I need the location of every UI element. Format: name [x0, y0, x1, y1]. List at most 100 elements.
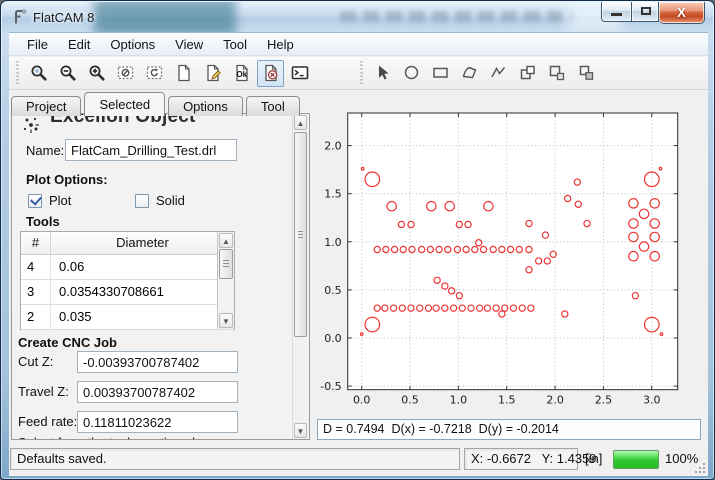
menu-item-tool[interactable]: Tool: [213, 35, 257, 54]
resize-grip[interactable]: [693, 461, 706, 474]
tool-row[interactable]: 30.0354330708661: [21, 280, 234, 305]
flatcam-logo-icon: [11, 8, 29, 26]
flatcam-window: FlatCAM 8 X FileEditOptionsViewToolHelp …: [0, 0, 715, 480]
panel-scroll-up-button[interactable]: ▲: [294, 115, 307, 130]
table-scroll-down-button[interactable]: ▼: [219, 313, 233, 328]
tab-tool[interactable]: Tool: [246, 96, 300, 116]
feed-rate-input[interactable]: [77, 411, 238, 433]
tab-bar: ProjectSelectedOptionsTool: [11, 92, 331, 114]
toolbar-new-document-button[interactable]: [170, 60, 197, 87]
svg-text:Ok: Ok: [236, 70, 247, 79]
zoom-out-icon: [59, 64, 77, 82]
x-tick-label: 1.5: [498, 394, 516, 407]
union-icon: [519, 64, 537, 82]
toolbar-move-button[interactable]: [572, 60, 599, 87]
tools-label: Tools: [26, 214, 60, 229]
units-label: [in]: [585, 448, 602, 470]
titlebar[interactable]: FlatCAM 8 X: [2, 2, 713, 32]
tool-number-cell[interactable]: 3: [21, 280, 51, 304]
toolbar-edit-document-button[interactable]: [199, 60, 226, 87]
toolbar-clear-plot-button[interactable]: [112, 60, 139, 87]
feed-rate-label: Feed rate:: [18, 414, 77, 429]
toolbar-replot-button[interactable]: [141, 60, 168, 87]
toolbar-drag-handle[interactable]: [15, 61, 20, 85]
toolbar-circle-button[interactable]: [398, 60, 425, 87]
shell-icon: [291, 64, 309, 82]
measurement-readout: D = 0.7494 D(x) = -0.7218 D(y) = -0.2014: [317, 419, 701, 440]
solid-checkbox[interactable]: [135, 194, 149, 208]
x-tick-label: 0.0: [353, 394, 371, 407]
toolbar-rectangle-button[interactable]: [427, 60, 454, 87]
close-button[interactable]: X: [659, 2, 705, 24]
tab-options[interactable]: Options: [168, 96, 243, 116]
toolbar-drag-handle[interactable]: [359, 61, 364, 85]
minimize-button[interactable]: [601, 2, 631, 22]
tools-hint-text: Select from the tools section above: [18, 435, 220, 440]
x-tick-label: 3.0: [643, 394, 661, 407]
selected-panel: Excellon Object Name: Plot Options: Plot…: [11, 113, 310, 440]
toolbar-zoom-out-button[interactable]: [54, 60, 81, 87]
tool-diameter-cell[interactable]: 0.0354330708661: [51, 280, 234, 304]
copy-icon: [548, 64, 566, 82]
polygon-icon: [461, 64, 479, 82]
maximize-button[interactable]: [631, 2, 659, 22]
tool-diameter-cell[interactable]: 0.035: [51, 305, 234, 329]
tool-row[interactable]: 40.06: [21, 255, 234, 280]
tools-table-scrollbar[interactable]: ▲ ▼: [217, 232, 234, 329]
cnc-section-label: Create CNC Job: [18, 335, 117, 350]
menu-item-edit[interactable]: Edit: [58, 35, 100, 54]
tool-number-cell[interactable]: 4: [21, 255, 51, 279]
name-label: Name:: [26, 143, 64, 158]
menubar: FileEditOptionsViewToolHelp: [9, 33, 708, 56]
menu-item-help[interactable]: Help: [257, 35, 304, 54]
tool-row[interactable]: 20.035: [21, 305, 234, 330]
panel-scroll-down-button[interactable]: ▼: [294, 423, 307, 438]
travel-z-input[interactable]: [77, 381, 238, 403]
pointer-icon: [374, 64, 392, 82]
toolbar-polyline-button[interactable]: [485, 60, 512, 87]
cut-z-label: Cut Z:: [18, 354, 53, 369]
polyline-icon: [490, 64, 508, 82]
clear-plot-icon: [117, 64, 135, 82]
toolbar-ok-document-button[interactable]: Ok: [228, 60, 255, 87]
client-area: FileEditOptionsViewToolHelp Ok ProjectSe…: [9, 32, 708, 475]
table-scroll-thumb[interactable]: [219, 249, 233, 279]
toolbar-polygon-button[interactable]: [456, 60, 483, 87]
menu-item-file[interactable]: File: [17, 35, 58, 54]
toolbar-zoom-in-button[interactable]: [83, 60, 110, 87]
replot-icon: [146, 64, 164, 82]
zoom-in-icon: [88, 64, 106, 82]
menu-item-view[interactable]: View: [165, 35, 213, 54]
toolbar-copy-button[interactable]: [543, 60, 570, 87]
cursor-coordinates: X: -0.6672 Y: 1.4359: [464, 448, 578, 470]
menu-item-options[interactable]: Options: [100, 35, 165, 54]
panel-scroll-thumb[interactable]: [294, 132, 307, 337]
name-input[interactable]: [65, 139, 237, 161]
tab-selected[interactable]: Selected: [84, 92, 165, 116]
cut-z-input[interactable]: [77, 351, 238, 373]
circle-icon: [403, 64, 421, 82]
solid-checkbox-label: Solid: [156, 193, 185, 208]
toolbar-delete-object-button[interactable]: [257, 60, 284, 87]
tool-diameter-cell[interactable]: 0.06: [51, 255, 234, 279]
x-tick-label: 2.0: [546, 394, 564, 407]
tool-number-cell[interactable]: 2: [21, 305, 51, 329]
plot-canvas[interactable]: 0.00.51.01.52.02.53.0-0.50.00.51.01.52.0: [317, 94, 701, 416]
toolbar-shell-button[interactable]: [286, 60, 313, 87]
window-title: FlatCAM 8: [33, 10, 94, 25]
tools-table-body: 40.0630.035433070866120.035: [21, 255, 234, 330]
panel-scrollbar[interactable]: ▲ ▼: [292, 114, 308, 439]
y-tick-label: -0.5: [320, 380, 341, 393]
toolbar-pointer-button[interactable]: [369, 60, 396, 87]
rectangle-icon: [432, 64, 450, 82]
tab-project[interactable]: Project: [11, 96, 81, 116]
toolbar-union-button[interactable]: [514, 60, 541, 87]
plot-checkbox[interactable]: [28, 194, 42, 208]
tools-table: # Diameter 40.0630.035433070866120.035 ▲…: [20, 231, 235, 330]
excellon-object-icon: [21, 115, 43, 137]
maximize-icon: [641, 7, 651, 15]
toolbar-zoom-fit-button[interactable]: [25, 60, 52, 87]
table-scroll-up-button[interactable]: ▲: [219, 233, 233, 248]
x-tick-label: 0.5: [401, 394, 419, 407]
close-icon: X: [659, 2, 704, 23]
